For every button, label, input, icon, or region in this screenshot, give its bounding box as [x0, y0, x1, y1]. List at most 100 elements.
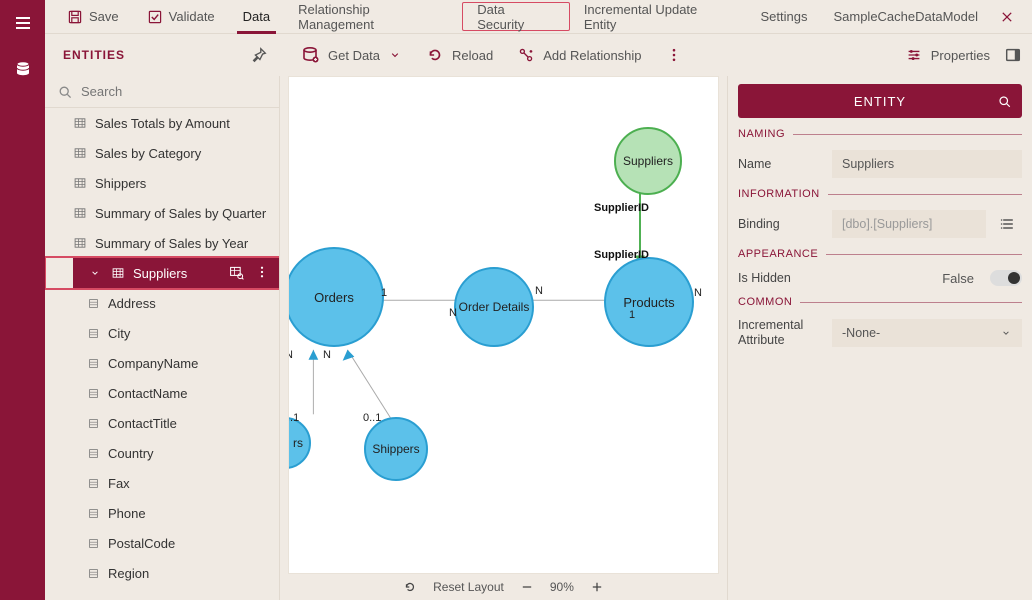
tree-child[interactable]: PostalCode	[45, 528, 279, 558]
cardinality-label: N	[323, 349, 331, 361]
menu-security-label: Data Security	[477, 2, 555, 32]
column-icon	[87, 387, 100, 400]
tree-child[interactable]: CompanyName	[45, 348, 279, 378]
more-icon[interactable]	[255, 265, 269, 281]
search-input[interactable]	[81, 84, 267, 99]
add-relationship-button[interactable]: Add Relationship	[517, 46, 641, 64]
left-rail	[0, 0, 45, 600]
tree-item[interactable]: Shippers	[45, 168, 279, 198]
prop-name-field[interactable]: Suppliers	[832, 150, 1022, 178]
reload-label: Reload	[452, 48, 493, 63]
column-icon	[87, 357, 100, 370]
tree-child-label: ContactTitle	[108, 416, 177, 431]
edge-label: SupplierID	[594, 249, 649, 261]
tree-item[interactable]: Sales Totals by Amount	[45, 108, 279, 138]
menu-settings-label: Settings	[760, 9, 807, 24]
edge-label: SupplierID	[594, 202, 649, 214]
cardinality-label: 1	[381, 287, 387, 299]
tree-child[interactable]: Address	[45, 288, 279, 318]
binding-list-button[interactable]	[994, 210, 1022, 238]
menu-data-security[interactable]: Data Security	[462, 2, 570, 31]
tree-child-label: Phone	[108, 506, 146, 521]
menu-save-label: Save	[89, 9, 119, 24]
column-icon	[87, 477, 100, 490]
reload-icon	[426, 46, 444, 64]
menu-incremental-label: Incremental Update Entity	[584, 2, 733, 32]
tree-child[interactable]: City	[45, 318, 279, 348]
cardinality-label: ..1	[288, 412, 299, 424]
node-shippers[interactable]: Shippers	[364, 417, 428, 481]
cardinality-label: 0..1	[363, 412, 381, 424]
tree-item[interactable]: Summary of Sales by Year	[45, 228, 279, 258]
search-icon[interactable]	[997, 94, 1012, 109]
menu-settings[interactable]: Settings	[746, 0, 821, 33]
database-icon[interactable]	[12, 58, 34, 80]
tree-child-label: CompanyName	[108, 356, 198, 371]
tree-item[interactable]: Sales by Category	[45, 138, 279, 168]
tree-child[interactable]: Fax	[45, 468, 279, 498]
diagram-canvas[interactable]: Orders Order Details Products Suppliers …	[280, 76, 727, 600]
tree-item-label: Sales by Category	[95, 146, 201, 161]
hamburger-icon[interactable]	[12, 12, 34, 34]
tree-child[interactable]: ContactName	[45, 378, 279, 408]
menu-relationship[interactable]: Relationship Management	[284, 0, 462, 33]
reset-layout-label[interactable]: Reset Layout	[433, 580, 504, 594]
get-data-button[interactable]: Get Data	[300, 45, 402, 65]
tree-child[interactable]: Region	[45, 558, 279, 588]
zoom-in-icon[interactable]	[590, 580, 604, 594]
node-orders[interactable]: Orders	[288, 247, 384, 347]
tree-item-suppliers[interactable]: Suppliers	[73, 258, 279, 288]
table-icon	[73, 146, 87, 160]
column-icon	[87, 447, 100, 460]
tree-item-label: Summary of Sales by Year	[95, 236, 248, 251]
table-icon	[111, 266, 125, 280]
cardinality-label: N	[288, 349, 293, 361]
tree-child-label: Region	[108, 566, 149, 581]
tree-item-label: Summary of Sales by Quarter	[95, 206, 266, 221]
tree-child[interactable]: Phone	[45, 498, 279, 528]
node-order-details[interactable]: Order Details	[454, 267, 534, 347]
tree-child[interactable]: Country	[45, 438, 279, 468]
entities-title: ENTITIES	[63, 48, 125, 62]
close-button[interactable]	[990, 0, 1024, 33]
sliders-icon	[905, 46, 923, 64]
tree-child-label: ContactName	[108, 386, 187, 401]
menu-save[interactable]: Save	[53, 0, 133, 33]
menu-validate[interactable]: Validate	[133, 0, 229, 33]
entities-sidebar: Sales Totals by Amount Sales by Category…	[45, 76, 280, 600]
get-data-icon	[300, 45, 320, 65]
table-icon	[73, 236, 87, 250]
tree-child[interactable]: ContactTitle	[45, 408, 279, 438]
menu-incremental[interactable]: Incremental Update Entity	[570, 0, 747, 33]
table-search-icon[interactable]	[229, 265, 245, 281]
reload-button[interactable]: Reload	[426, 46, 493, 64]
node-suppliers[interactable]: Suppliers	[614, 127, 682, 195]
pin-icon[interactable]	[250, 46, 268, 64]
chevron-down-icon	[89, 267, 101, 279]
section-appearance: APPEARANCE	[738, 248, 1022, 260]
hidden-toggle[interactable]	[990, 270, 1022, 286]
properties-button[interactable]: Properties	[905, 46, 990, 64]
search-box[interactable]	[45, 76, 279, 108]
reset-layout-icon[interactable]	[403, 580, 417, 594]
menu-data-label: Data	[243, 9, 270, 24]
chevron-down-icon	[1000, 327, 1012, 339]
more-icon[interactable]	[666, 47, 682, 63]
zoom-out-icon[interactable]	[520, 580, 534, 594]
tree-child-label: PostalCode	[108, 536, 175, 551]
model-name: SampleCacheDataModel	[821, 0, 990, 33]
panel-toggle-icon[interactable]	[1004, 46, 1022, 64]
section-naming: NAMING	[738, 128, 1022, 140]
tree-item[interactable]: Summary of Sales by Quarter	[45, 198, 279, 228]
add-relationship-icon	[517, 46, 535, 64]
menu-relationship-label: Relationship Management	[298, 2, 448, 32]
cardinality-label: N	[535, 285, 543, 297]
properties-panel: ENTITY NAMING Name Suppliers INFORMATION…	[727, 76, 1032, 600]
column-icon	[87, 507, 100, 520]
tree-child-label: Fax	[108, 476, 130, 491]
menu-data[interactable]: Data	[229, 0, 284, 33]
properties-label: Properties	[931, 48, 990, 63]
prop-incremental-select[interactable]: -None-	[832, 319, 1022, 347]
node-products[interactable]: Products	[604, 257, 694, 347]
column-icon	[87, 417, 100, 430]
